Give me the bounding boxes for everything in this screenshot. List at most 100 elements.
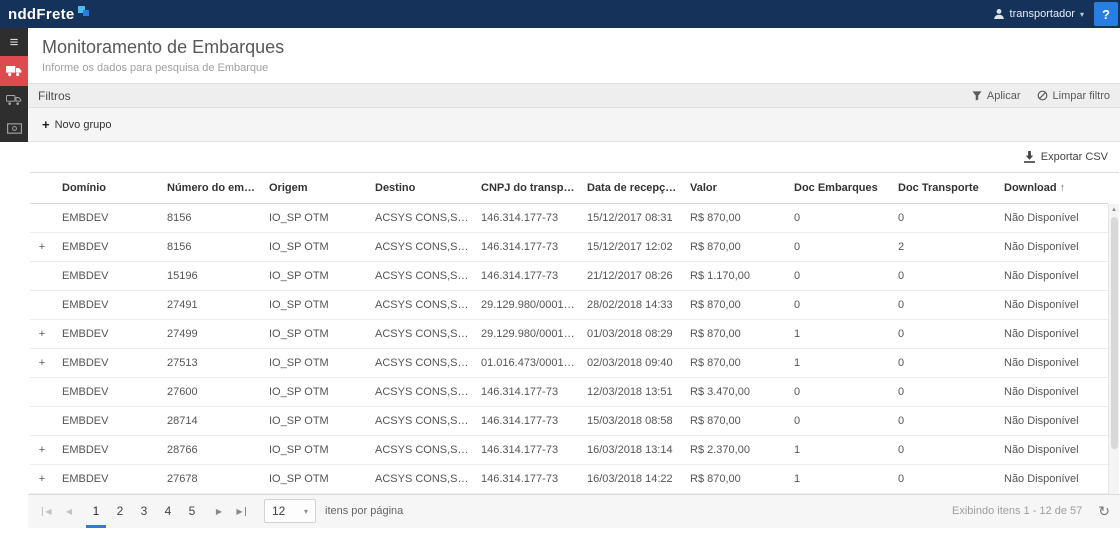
- pager: ◀ ◀ 12345 ▶ ▶ 12 ▾ itens por página Exib…: [28, 494, 1120, 528]
- column-header[interactable]: Data de recepção↑: [579, 173, 682, 203]
- table-cell: 0: [786, 290, 890, 319]
- table-cell: Não Disponível: [996, 464, 1108, 493]
- column-header[interactable]: Número do embarque: [159, 173, 261, 203]
- row-expand-button[interactable]: +: [30, 348, 54, 377]
- filters-title: Filtros: [38, 89, 71, 103]
- table-row[interactable]: EMBDEV27491IO_SP OTMACSYS CONS,SAO PAUL.…: [30, 290, 1108, 319]
- table-cell: R$ 3.470,00: [682, 377, 786, 406]
- pager-page-3[interactable]: 3: [132, 495, 156, 528]
- table-cell: IO_SP OTM: [261, 406, 367, 435]
- export-csv-button[interactable]: Exportar CSV: [1023, 151, 1108, 163]
- pager-page-4[interactable]: 4: [156, 495, 180, 528]
- shipments-grid: DomínioNúmero do embarqueOrigemDestinoCN…: [30, 172, 1119, 494]
- scrollbar-thumb[interactable]: [1111, 217, 1118, 449]
- sidebar-item-transporte[interactable]: [0, 86, 28, 114]
- table-cell: R$ 2.370,00: [682, 435, 786, 464]
- truck-icon: [6, 65, 22, 77]
- first-page-icon: ◀: [42, 507, 51, 516]
- sidebar-item-monitoramento[interactable]: [0, 56, 28, 86]
- table-cell: Não Disponível: [996, 406, 1108, 435]
- table-row[interactable]: +EMBDEV27513IO_SP OTMACSYS CONS,SAO PAUL…: [30, 348, 1108, 377]
- table-cell: 1: [786, 319, 890, 348]
- truck-outline-icon: [6, 94, 22, 106]
- table-cell: 0: [890, 290, 996, 319]
- pager-next-button[interactable]: ▶: [208, 500, 230, 522]
- table-cell: 146.314.177-73: [473, 232, 579, 261]
- column-header[interactable]: Doc Transporte: [890, 173, 996, 203]
- table-cell: EMBDEV: [54, 435, 159, 464]
- table-cell: EMBDEV: [54, 261, 159, 290]
- table-cell: 8156: [159, 203, 261, 232]
- column-header[interactable]: Doc Embarques: [786, 173, 890, 203]
- row-expand-button[interactable]: +: [30, 232, 54, 261]
- table-cell: 28/02/2018 14:33: [579, 290, 682, 319]
- pager-first-button[interactable]: ◀: [36, 500, 58, 522]
- filter-panel: + Novo grupo: [28, 108, 1120, 142]
- table-cell: 146.314.177-73: [473, 203, 579, 232]
- column-header[interactable]: Origem: [261, 173, 367, 203]
- help-button-label: ?: [1102, 7, 1110, 22]
- table-cell: ACSYS CONS,SAO PAUL...: [367, 464, 473, 493]
- table-cell: IO_SP OTM: [261, 348, 367, 377]
- row-expand-button[interactable]: +: [30, 464, 54, 493]
- menu-toggle-button[interactable]: ≡: [0, 28, 28, 56]
- pager-info: Exibindo itens 1 - 12 de 57: [952, 505, 1082, 517]
- table-cell: 15/12/2017 12:02: [579, 232, 682, 261]
- sidebar-item-financeiro[interactable]: [0, 114, 28, 142]
- pager-page-1[interactable]: 1: [84, 495, 108, 528]
- table-cell: 0: [786, 232, 890, 261]
- row-expand-button[interactable]: +: [30, 435, 54, 464]
- table-row[interactable]: EMBDEV27600IO_SP OTMACSYS CONS,SAO PAUL.…: [30, 377, 1108, 406]
- column-header[interactable]: CNPJ do transportador: [473, 173, 579, 203]
- table-cell: 02/03/2018 09:40: [579, 348, 682, 377]
- table-row[interactable]: +EMBDEV28766IO_SP OTMACSYS CONS,SAO PAUL…: [30, 435, 1108, 464]
- table-cell: 0: [890, 348, 996, 377]
- table-cell: 01/03/2018 08:29: [579, 319, 682, 348]
- column-header[interactable]: Domínio: [54, 173, 159, 203]
- refresh-icon[interactable]: ↻: [1098, 503, 1110, 520]
- table-cell: R$ 1.170,00: [682, 261, 786, 290]
- table-cell: 0: [890, 435, 996, 464]
- table-row[interactable]: +EMBDEV8156IO_SP OTMACSYS CONS,SAO PAUL.…: [30, 232, 1108, 261]
- table-cell: 0: [786, 377, 890, 406]
- grid-header-row: DomínioNúmero do embarqueOrigemDestinoCN…: [30, 173, 1108, 203]
- table-row[interactable]: EMBDEV28714IO_SP OTMACSYS CONS,SAO PAUL.…: [30, 406, 1108, 435]
- table-row[interactable]: +EMBDEV27499IO_SP OTMACSYS CONS,SAO PAUL…: [30, 319, 1108, 348]
- table-cell: Não Disponível: [996, 435, 1108, 464]
- column-header-label: Doc Embarques: [794, 182, 878, 194]
- table-cell: IO_SP OTM: [261, 319, 367, 348]
- table-row[interactable]: EMBDEV8156IO_SP OTMACSYS CONS,SAO PAUL..…: [30, 203, 1108, 232]
- pager-last-button[interactable]: ▶: [230, 500, 252, 522]
- help-button[interactable]: ?: [1094, 2, 1118, 26]
- last-page-icon: ▶: [236, 507, 245, 516]
- table-cell: 2: [890, 232, 996, 261]
- table-cell: R$ 870,00: [682, 203, 786, 232]
- table-cell: 0: [890, 261, 996, 290]
- page-size-dropdown[interactable]: 12 ▾: [264, 499, 316, 523]
- table-cell: 146.314.177-73: [473, 377, 579, 406]
- new-group-button[interactable]: + Novo grupo: [42, 118, 111, 131]
- table-row[interactable]: +EMBDEV27678IO_SP OTMACSYS CONS,SAO PAUL…: [30, 464, 1108, 493]
- table-row[interactable]: EMBDEV15196IO_SP OTMACSYS CONS,SAO PAUL.…: [30, 261, 1108, 290]
- row-expand-placeholder: [30, 203, 54, 232]
- clear-filter-button[interactable]: Limpar filtro: [1037, 90, 1110, 102]
- scroll-up-icon[interactable]: ▲: [1109, 204, 1119, 216]
- row-expand-button[interactable]: +: [30, 319, 54, 348]
- pager-prev-button[interactable]: ◀: [58, 500, 80, 522]
- row-expand-placeholder: [30, 406, 54, 435]
- user-menu[interactable]: transportador ▾: [983, 0, 1094, 28]
- next-page-icon: ▶: [216, 507, 222, 516]
- apply-filter-button[interactable]: Aplicar: [972, 90, 1021, 102]
- table-cell: EMBDEV: [54, 406, 159, 435]
- app-logo: nddFrete: [8, 6, 91, 23]
- table-cell: Não Disponível: [996, 232, 1108, 261]
- column-header[interactable]: Destino: [367, 173, 473, 203]
- column-header[interactable]: Download↑: [996, 173, 1108, 203]
- pager-page-2[interactable]: 2: [108, 495, 132, 528]
- pager-page-5[interactable]: 5: [180, 495, 204, 528]
- table-cell: IO_SP OTM: [261, 232, 367, 261]
- table-cell: EMBDEV: [54, 319, 159, 348]
- table-cell: 15/12/2017 08:31: [579, 203, 682, 232]
- vertical-scrollbar[interactable]: ▲ ▼: [1108, 204, 1119, 503]
- column-header[interactable]: Valor: [682, 173, 786, 203]
